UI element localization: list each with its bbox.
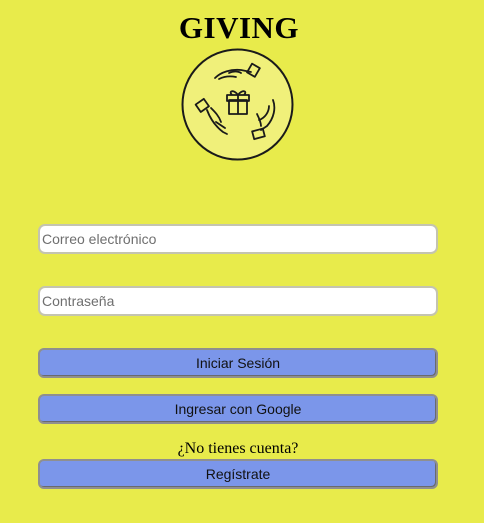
login-button[interactable]: Iniciar Sesión <box>38 348 438 378</box>
giving-hands-gift-icon <box>181 48 294 161</box>
password-field[interactable] <box>38 286 438 316</box>
no-account-text: ¿No tienes cuenta? <box>177 440 299 457</box>
logo <box>181 48 294 161</box>
email-field[interactable] <box>38 224 438 254</box>
google-login-button[interactable]: Ingresar con Google <box>38 394 438 424</box>
app-title: GIVING <box>178 10 300 45</box>
register-button[interactable]: Regístrate <box>38 459 438 489</box>
